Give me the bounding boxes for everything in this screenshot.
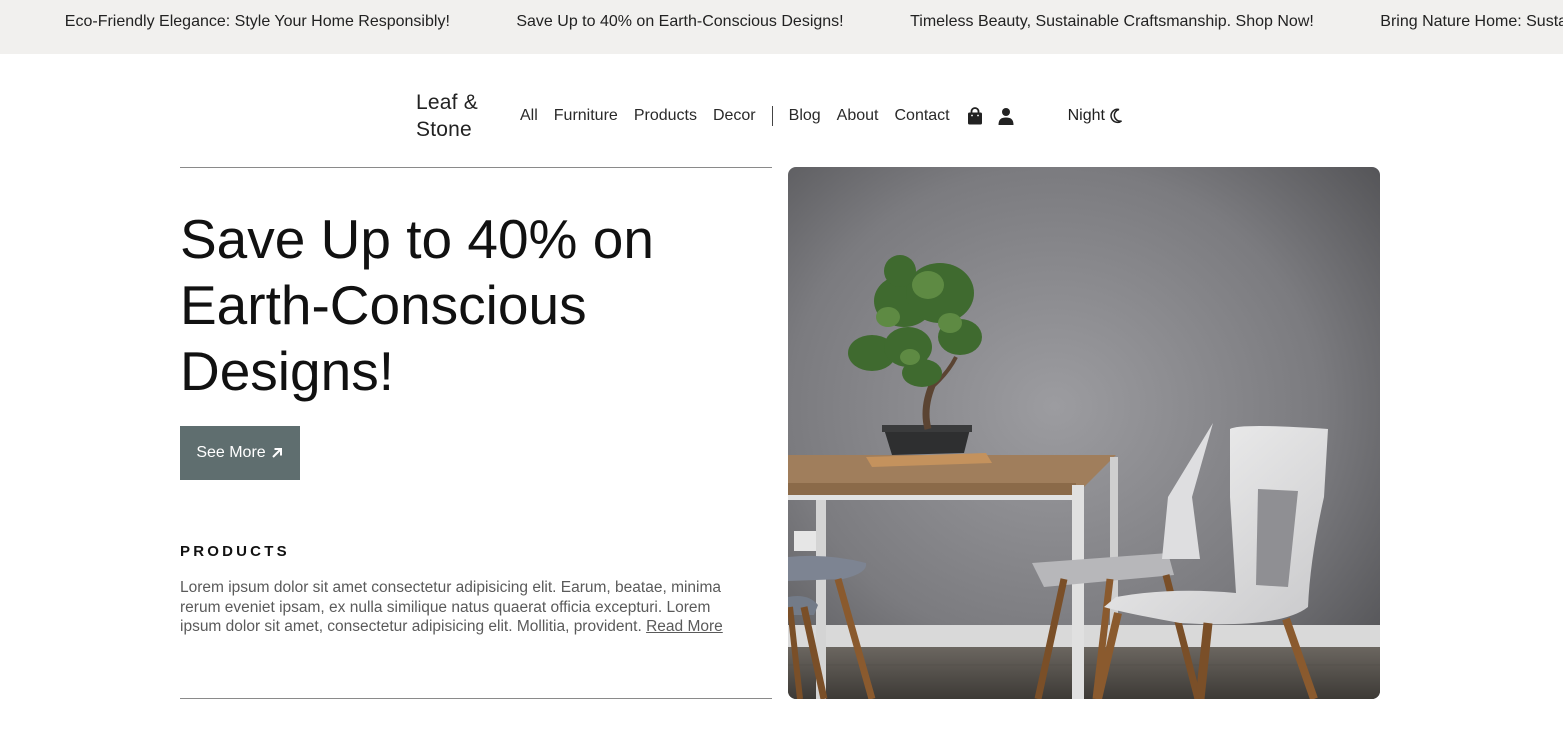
products-description: Lorem ipsum dolor sit amet consectetur a… <box>180 578 755 637</box>
night-label: Night <box>1067 107 1105 124</box>
site-logo[interactable]: Leaf & Stone <box>416 89 496 143</box>
marquee-item: Bring Nature Home: Sustainable Decor <box>1380 13 1563 30</box>
logo-line-1: Leaf & <box>416 91 478 114</box>
bottom-divider <box>180 698 772 699</box>
nav-divider <box>771 106 773 126</box>
shopping-bag-icon[interactable] <box>966 107 984 125</box>
night-mode-toggle[interactable]: Night <box>1068 107 1123 125</box>
arrow-up-right-icon <box>270 446 284 460</box>
hero-title: Save Up to 40% on Earth-Conscious Design… <box>180 208 654 402</box>
moon-icon <box>1109 108 1123 124</box>
nav-blog[interactable]: Blog <box>789 107 821 125</box>
read-more-link[interactable]: Read More <box>646 618 723 635</box>
products-section-label: PRODUCTS <box>180 543 290 560</box>
announcement-marquee: e! Eco-Friendly Elegance: Style Your Hom… <box>0 0 1563 54</box>
nav-products[interactable]: Products <box>634 107 697 125</box>
main-nav: All Furniture Products Decor Blog About … <box>520 106 1028 126</box>
nav-decor[interactable]: Decor <box>713 107 756 125</box>
nav-furniture[interactable]: Furniture <box>554 107 618 125</box>
top-divider <box>180 167 772 168</box>
user-icon[interactable] <box>997 107 1015 125</box>
hero-image <box>788 167 1380 699</box>
marquee-item: Save Up to 40% on Earth-Conscious Design… <box>516 13 844 30</box>
see-more-button[interactable]: See More <box>180 426 300 480</box>
marquee-item: Eco-Friendly Elegance: Style Your Home R… <box>64 13 450 30</box>
description-text: Lorem ipsum dolor sit amet consectetur a… <box>180 579 722 635</box>
logo-line-2: Stone <box>416 118 472 141</box>
nav-all[interactable]: All <box>520 107 538 125</box>
see-more-label: See More <box>196 444 266 461</box>
nav-contact[interactable]: Contact <box>894 107 949 125</box>
marquee-item: Timeless Beauty, Sustainable Craftsmansh… <box>910 13 1314 30</box>
nav-about[interactable]: About <box>837 107 879 125</box>
marquee-track: e! Eco-Friendly Elegance: Style Your Hom… <box>0 13 1563 31</box>
site-header: Leaf & Stone All Furniture Products Deco… <box>416 88 1123 144</box>
